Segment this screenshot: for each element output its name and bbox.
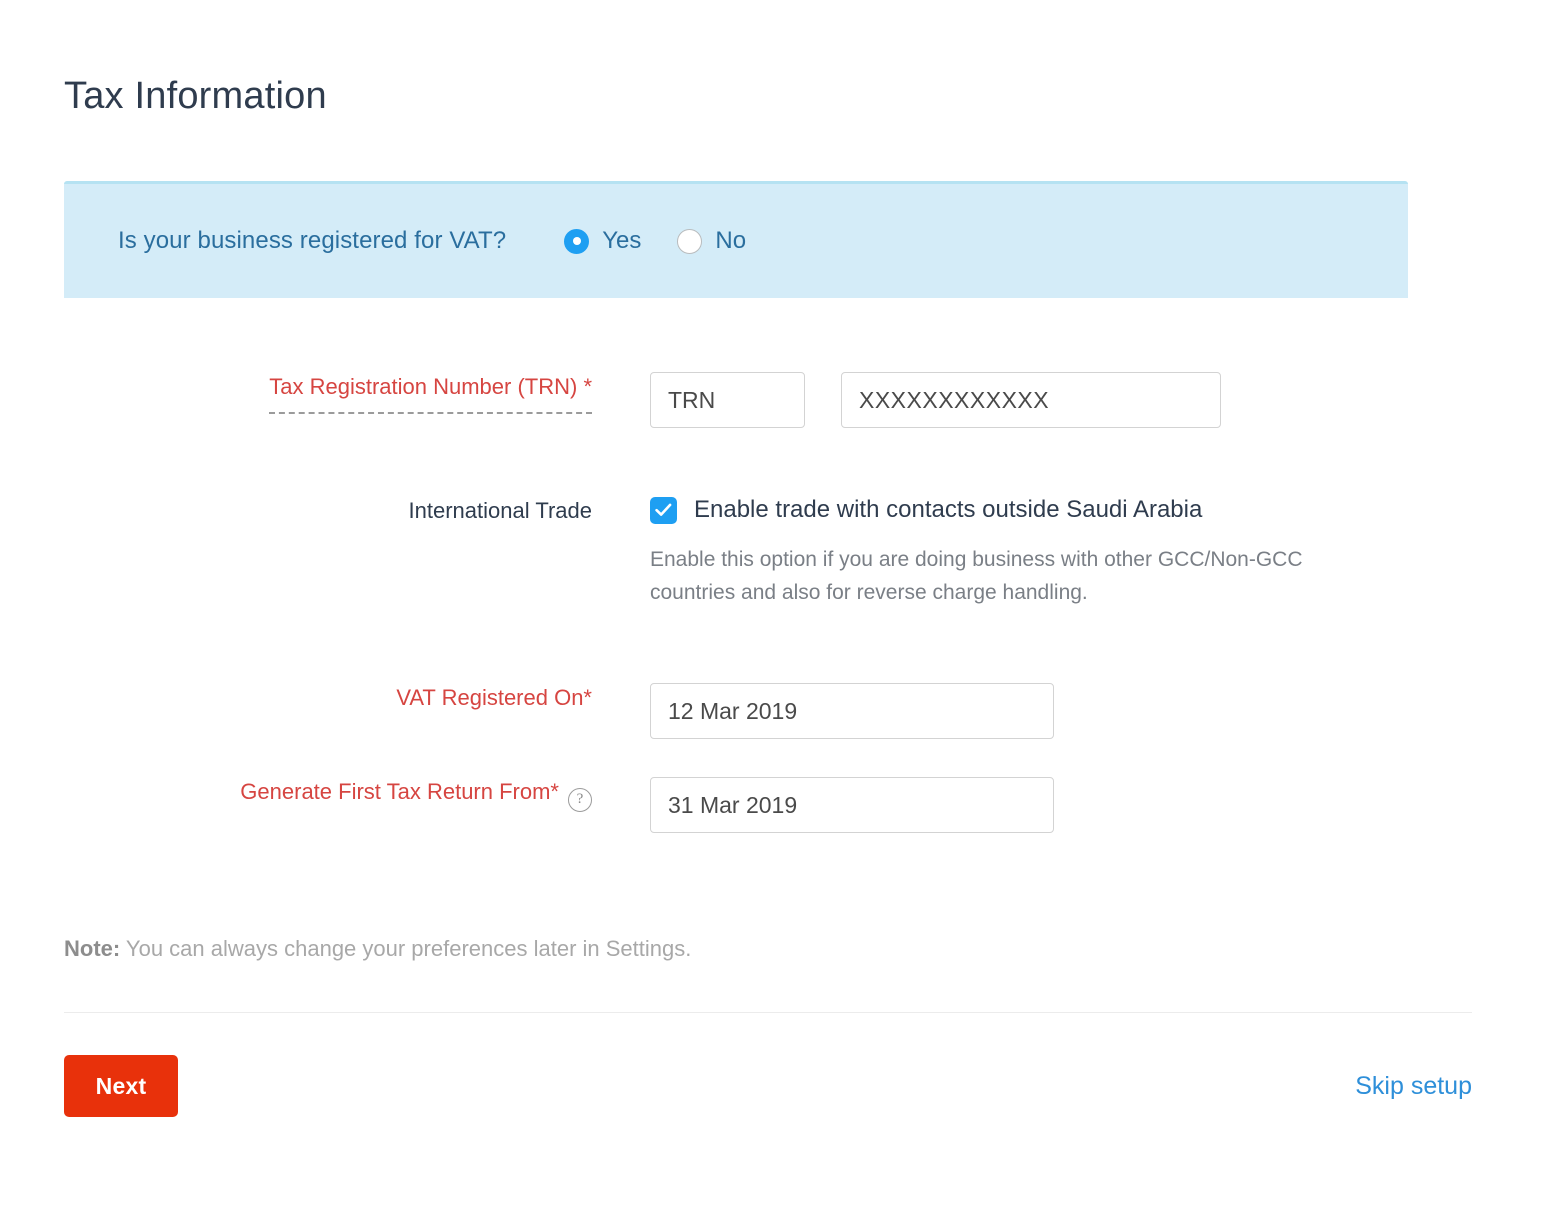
international-trade-checkbox-line[interactable]: Enable trade with contacts outside Saudi… xyxy=(650,496,1342,524)
note-body: You can always change your preferences l… xyxy=(120,936,692,961)
next-button[interactable]: Next xyxy=(64,1055,178,1117)
trn-number-input[interactable] xyxy=(841,372,1221,428)
radio-label-yes: Yes xyxy=(602,227,642,254)
radio-option-yes[interactable]: Yes xyxy=(564,227,641,255)
international-trade-label-col: International Trade xyxy=(0,496,592,526)
radio-label-no: No xyxy=(715,227,747,254)
footer-actions: Next Skip setup xyxy=(64,1055,1472,1117)
international-trade-label: International Trade xyxy=(408,498,592,523)
trn-row: Tax Registration Number (TRN) * xyxy=(0,372,1560,428)
trn-label: Tax Registration Number (TRN) * xyxy=(269,372,592,414)
vat-question-label: Is your business registered for VAT? xyxy=(118,227,507,254)
first-tax-return-label: Generate First Tax Return From* xyxy=(240,779,559,804)
radio-option-no[interactable]: No xyxy=(677,227,746,255)
first-tax-return-date-input[interactable] xyxy=(650,777,1054,833)
first-tax-return-row: Generate First Tax Return From*? xyxy=(0,777,1560,833)
vat-registered-on-label: VAT Registered On* xyxy=(396,685,592,710)
vat-registered-on-date-input[interactable] xyxy=(650,683,1054,739)
first-tax-return-label-col: Generate First Tax Return From*? xyxy=(0,777,592,812)
international-trade-field-col: Enable trade with contacts outside Saudi… xyxy=(650,496,1342,609)
international-trade-row: International Trade Enable trade with co… xyxy=(0,496,1560,609)
footer-divider xyxy=(64,1012,1472,1013)
international-trade-checkbox-label: Enable trade with contacts outside Saudi… xyxy=(694,496,1203,523)
radio-unselected-icon[interactable] xyxy=(677,228,703,254)
help-icon[interactable]: ? xyxy=(568,787,592,812)
vat-registered-on-label-col: VAT Registered On* xyxy=(0,683,592,713)
trn-code-select[interactable] xyxy=(650,372,805,428)
tax-information-page: Tax Information Is your business registe… xyxy=(0,0,1560,1212)
trn-label-col: Tax Registration Number (TRN) * xyxy=(0,372,592,414)
trn-inputs xyxy=(650,372,1221,428)
vat-radio-group: Yes No xyxy=(564,227,746,255)
vat-registered-on-field-col xyxy=(650,683,1054,739)
trn-field-col xyxy=(650,372,1221,428)
note-text: Note: You can always change your prefere… xyxy=(64,936,691,962)
note-prefix: Note: xyxy=(64,936,121,961)
radio-selected-icon[interactable] xyxy=(564,228,590,254)
first-tax-return-field-col xyxy=(650,777,1054,833)
checkbox-checked-icon[interactable] xyxy=(650,496,677,524)
page-title: Tax Information xyxy=(64,75,327,118)
international-trade-description: Enable this option if you are doing busi… xyxy=(650,548,1303,604)
skip-setup-link[interactable]: Skip setup xyxy=(1355,1072,1472,1101)
tax-information-form: Tax Registration Number (TRN) * Internat… xyxy=(0,372,1560,833)
vat-registered-on-row: VAT Registered On* xyxy=(0,683,1560,739)
vat-registration-banner: Is your business registered for VAT? Yes… xyxy=(64,181,1408,298)
